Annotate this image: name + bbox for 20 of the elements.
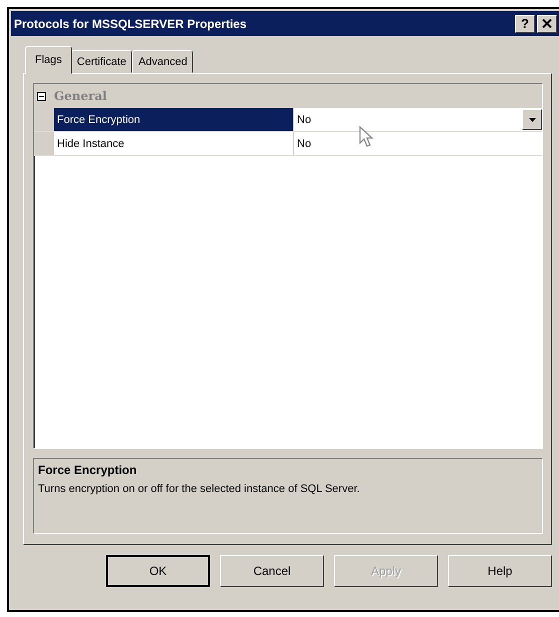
- description-title: Force Encryption: [38, 463, 138, 477]
- tab[interactable]: Certificate: [70, 50, 132, 73]
- collapse-icon[interactable]: [37, 92, 46, 100]
- dialog-button[interactable]: OK: [106, 555, 210, 587]
- close-icon: [542, 19, 552, 28]
- dialog-button[interactable]: Cancel: [220, 555, 324, 587]
- category-label: General: [54, 89, 107, 103]
- tab[interactable]: Advanced: [132, 50, 194, 73]
- tab[interactable]: Flags: [25, 46, 72, 74]
- dialog-button[interactable]: Help: [448, 555, 552, 587]
- dropdown-button[interactable]: [522, 109, 542, 130]
- description-text: Turns encryption on or off for the selected instance of SQL Server.: [38, 483, 361, 495]
- window-title: Protocols for MSSQLSERVER Properties: [14, 16, 246, 30]
- property-value[interactable]: No: [294, 132, 542, 155]
- property-name[interactable]: Hide Instance: [54, 132, 294, 155]
- row-header: [34, 132, 54, 155]
- help-button[interactable]: ?: [515, 14, 535, 32]
- caret-icon: [528, 118, 536, 122]
- property-name[interactable]: Force Encryption: [54, 108, 294, 131]
- close-button[interactable]: [537, 14, 557, 32]
